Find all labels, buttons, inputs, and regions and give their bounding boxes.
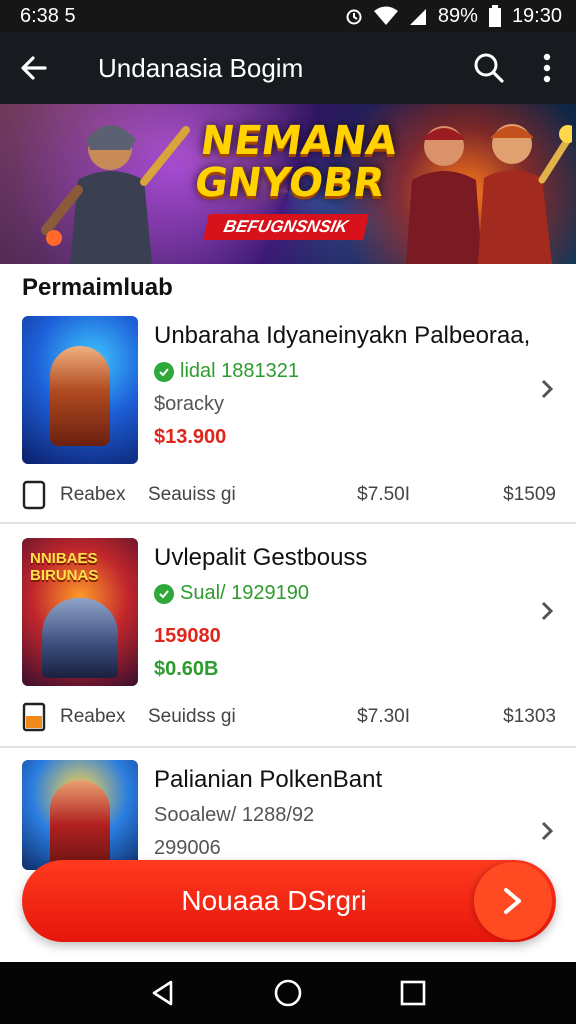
phone-icon — [22, 480, 46, 510]
wifi-icon — [373, 6, 398, 25]
meta-label: Reabex — [60, 706, 126, 727]
product-thumbnail: NNIBAES BIRUNAS — [22, 538, 138, 686]
chevron-right-icon[interactable] — [536, 374, 558, 404]
product-thumbnail — [22, 316, 138, 464]
nav-back-button[interactable] — [143, 973, 183, 1013]
status-bar: 6:38 5 89% 19:30 — [0, 0, 576, 32]
battery-icon — [488, 5, 501, 27]
app-bar: Undanasia Bogim — [0, 32, 576, 104]
thumbnail-title: NNIBAES BIRUNAS — [30, 550, 99, 584]
triangle-back-icon — [152, 980, 172, 1006]
product-price: 159080 — [154, 625, 221, 647]
meta-value: Seauiss gi — [148, 484, 236, 505]
product-subtitle: 299006 — [154, 837, 221, 859]
meta-price: $7.30I — [357, 706, 410, 727]
product-meta-row: Reabex Seuidss gi $7.30I $1303 — [22, 702, 556, 732]
divider — [0, 522, 576, 524]
search-icon — [474, 53, 504, 83]
divider — [0, 746, 576, 748]
product-card[interactable]: Palianian PolkenBant Sooalew/ 1288/92 29… — [0, 756, 576, 870]
square-recents-icon — [401, 980, 426, 1006]
hero-left-illustration — [41, 125, 190, 264]
meta-label: Reabex — [60, 484, 126, 505]
circle-home-icon — [274, 979, 302, 1007]
product-subtitle: $oracky — [154, 393, 225, 415]
page-title: Undanasia Bogim — [98, 52, 304, 83]
banner-heading-line2: GNYOBR — [191, 160, 388, 206]
banner-tagline: BEFUGNSNSIK — [203, 214, 369, 240]
arrow-left-icon — [21, 56, 47, 80]
meta-value: Seuidss gi — [148, 706, 236, 727]
primary-action-label: Nouaaa DSrgri — [181, 885, 367, 916]
battery-percent: 89% — [437, 4, 478, 27]
system-nav-bar — [0, 962, 576, 1024]
more-vert-icon — [543, 53, 551, 83]
product-price-secondary: $0.60B — [154, 658, 219, 680]
alarm-icon — [346, 9, 362, 25]
promo-banner[interactable]: NEMANA GNYOBR BEFUGNSNSIK — [0, 104, 576, 264]
product-detail: lidal 1881321 — [180, 360, 299, 382]
search-button[interactable] — [460, 32, 518, 104]
product-price: $13.900 — [154, 426, 227, 448]
hero-right-illustration — [406, 124, 572, 264]
primary-action-button[interactable]: Nouaaa DSrgri — [22, 860, 556, 942]
chevron-right-icon[interactable] — [536, 816, 558, 846]
status-time-right: 19:30 — [511, 4, 562, 27]
back-button[interactable] — [0, 32, 68, 104]
arrow-right-icon[interactable] — [474, 862, 552, 940]
product-name: Unbaraha Idyaneinyakn Palbeoraa, — [154, 322, 531, 349]
product-card[interactable]: Unbaraha Idyaneinyakn Palbeoraa, lidal 1… — [0, 310, 576, 522]
verified-icon — [154, 583, 174, 604]
banner-heading: NEMANA GNYOBR — [191, 118, 401, 206]
more-options-button[interactable] — [518, 32, 576, 104]
verified-icon — [154, 361, 174, 382]
product-name: Uvlepalit Gestbouss — [154, 544, 368, 571]
chevron-right-icon[interactable] — [536, 596, 558, 626]
status-time-left: 6:38 5 — [20, 4, 76, 27]
section-title: Permaimluab — [22, 274, 173, 301]
nav-home-button[interactable] — [268, 973, 308, 1013]
battery-level-icon — [22, 702, 46, 732]
product-detail: Sooalew/ 1288/92 — [154, 804, 315, 826]
meta-price-alt: $1303 — [503, 706, 556, 727]
product-meta-row: Reabex Seauiss gi $7.50I $1509 — [22, 480, 556, 510]
product-card[interactable]: NNIBAES BIRUNAS Uvlepalit Gestbouss Sual… — [0, 532, 576, 744]
signal-icon — [409, 9, 426, 25]
nav-recents-button[interactable] — [393, 973, 433, 1013]
product-detail: Sual/ 1929190 — [180, 582, 310, 604]
product-name: Palianian PolkenBant — [154, 766, 383, 793]
product-thumbnail — [22, 760, 138, 870]
banner-heading-line1: NEMANA — [197, 118, 401, 164]
meta-price-alt: $1509 — [503, 484, 556, 505]
meta-price: $7.50I — [357, 484, 410, 505]
